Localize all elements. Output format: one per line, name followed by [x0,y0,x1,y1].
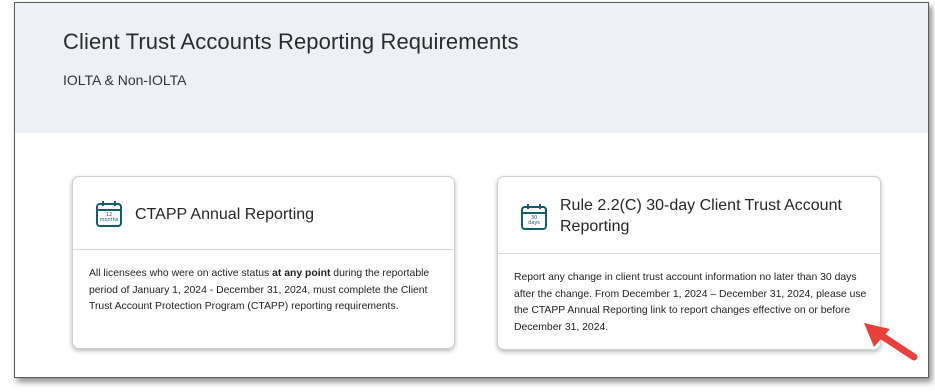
card-header: 30 days Rule 2.2(C) 30-day Client Trust … [498,177,880,254]
page-frame: Client Trust Accounts Reporting Requirem… [14,2,929,378]
ctapp-annual-reporting-card[interactable]: 12 months CTAPP Annual Reporting All lic… [72,176,455,349]
page-title: Client Trust Accounts Reporting Requirem… [63,29,519,54]
card-title[interactable]: Rule 2.2(C) 30-day Client Trust Account … [560,195,860,237]
calendar-icon: 12 months [95,200,123,228]
page-header: Client Trust Accounts Reporting Requirem… [15,3,928,133]
card-header: 12 months CTAPP Annual Reporting [73,177,454,250]
page-subtitle: IOLTA & Non-IOLTA [63,72,187,88]
card-description: Report any change in client trust accoun… [514,272,867,333]
card-description-emphasis: at any point [272,268,331,279]
rule-30-day-reporting-card[interactable]: 30 days Rule 2.2(C) 30-day Client Trust … [497,176,881,350]
calendar-icon-unit: months [99,217,119,223]
card-description: All licensees who were on active status … [89,266,434,316]
card-description-part: All licensees who were on active status [89,268,273,279]
card-title[interactable]: CTAPP Annual Reporting [135,204,435,225]
calendar-icon: 30 days [520,203,548,231]
calendar-icon-unit: days [528,220,540,226]
red-pointer-arrow-icon [860,321,920,365]
